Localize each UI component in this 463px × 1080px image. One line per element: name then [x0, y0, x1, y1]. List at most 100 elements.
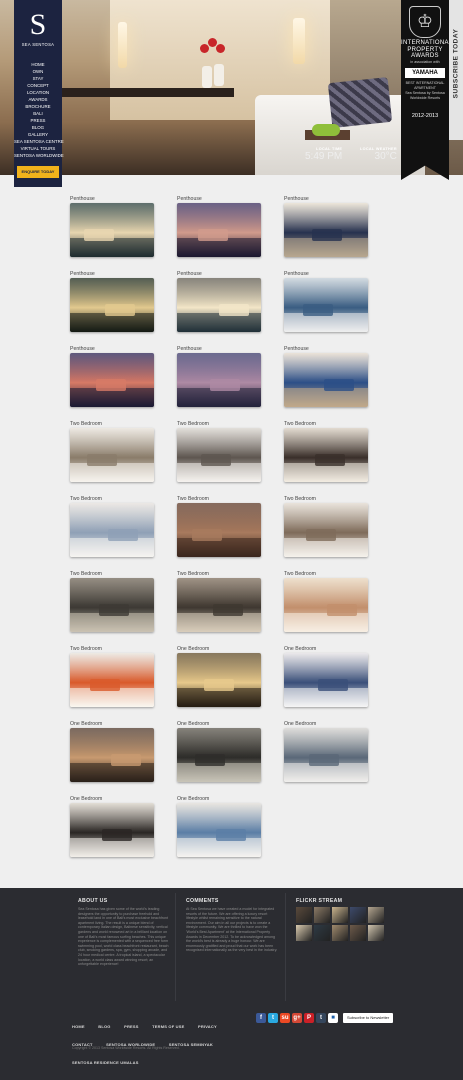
flickr-thumb[interactable]: [350, 907, 366, 923]
flickr-thumb[interactable]: [368, 907, 384, 923]
gallery-thumbnail[interactable]: [284, 353, 368, 407]
award-ribbon[interactable]: ♔ INTERNATIONAL PROPERTY AWARDS in assoc…: [401, 0, 449, 180]
gallery-thumbnail[interactable]: [177, 503, 261, 557]
gallery-item[interactable]: Two Bedroom: [177, 420, 261, 482]
gallery-item[interactable]: One Bedroom: [177, 795, 261, 857]
nav-gallery[interactable]: GALLERY: [14, 131, 62, 138]
gallery-thumbnail[interactable]: [284, 578, 368, 632]
gallery-thumbnail[interactable]: [70, 578, 154, 632]
gallery-item[interactable]: One Bedroom: [70, 720, 154, 782]
footer-link-terms[interactable]: TERMS OF USE: [152, 1022, 184, 1032]
nav-blog[interactable]: BLOG: [14, 124, 62, 131]
gallery-item[interactable]: Penthouse: [177, 195, 261, 257]
footer-flickr: FLICKR STREAM: [296, 898, 388, 941]
gallery-thumbnail[interactable]: [284, 203, 368, 257]
gallery-thumbnail[interactable]: [284, 503, 368, 557]
gallery-thumbnail[interactable]: [177, 428, 261, 482]
gallery-item[interactable]: One Bedroom: [284, 720, 368, 782]
subscribe-newsletter-button[interactable]: Subscribe to Newsletter: [343, 1013, 394, 1023]
gallery-thumbnail[interactable]: [70, 353, 154, 407]
stumbleupon-icon[interactable]: su: [280, 1013, 290, 1023]
nav-bali[interactable]: BALI: [14, 110, 62, 117]
nav-home[interactable]: HOME: [14, 61, 62, 68]
nav-own[interactable]: OWN: [14, 68, 62, 75]
footer-link-blog[interactable]: BLOG: [98, 1022, 110, 1032]
gallery-thumbnail[interactable]: [70, 428, 154, 482]
googleplus-icon[interactable]: g+: [292, 1013, 302, 1023]
flickr-thumb[interactable]: [296, 907, 312, 923]
gallery-thumbnail[interactable]: [70, 503, 154, 557]
nav-concept[interactable]: CONCEPT: [14, 82, 62, 89]
gallery-item[interactable]: Penthouse: [284, 195, 368, 257]
gallery-item[interactable]: Penthouse: [284, 270, 368, 332]
gallery-thumbnail[interactable]: [177, 278, 261, 332]
gallery-item[interactable]: One Bedroom: [177, 645, 261, 707]
gallery-item[interactable]: Penthouse: [284, 345, 368, 407]
nav-location[interactable]: LOCATION: [14, 89, 62, 96]
footer-link-privacy[interactable]: PRIVACY: [198, 1022, 217, 1032]
footer-link-home[interactable]: HOME: [72, 1022, 85, 1032]
gallery-thumbnail[interactable]: [177, 203, 261, 257]
gallery-item[interactable]: Two Bedroom: [284, 420, 368, 482]
gallery-item[interactable]: Penthouse: [177, 345, 261, 407]
nav-sea-sentosa-centre[interactable]: SEA SENTOSA CENTRE: [14, 138, 64, 145]
gallery-item[interactable]: One Bedroom: [284, 645, 368, 707]
flickr-thumb[interactable]: [314, 925, 330, 941]
twitter-icon[interactable]: t: [268, 1013, 278, 1023]
flickr-thumb[interactable]: [296, 925, 312, 941]
gallery-thumbnail[interactable]: [177, 728, 261, 782]
nav-brochure[interactable]: BROCHURE: [14, 103, 62, 110]
nav-press[interactable]: PRESS: [14, 117, 62, 124]
about-title: ABOUT US: [78, 898, 108, 904]
footer-link-press[interactable]: PRESS: [124, 1022, 139, 1032]
gallery-thumbnail[interactable]: [177, 653, 261, 707]
gallery-item-label: Two Bedroom: [70, 646, 103, 652]
gallery-item-label: One Bedroom: [284, 646, 317, 652]
gallery-thumbnail[interactable]: [70, 803, 154, 857]
flickr-thumb[interactable]: [314, 907, 330, 923]
gallery-item[interactable]: Two Bedroom: [284, 495, 368, 557]
gallery-thumbnail[interactable]: [177, 578, 261, 632]
delicious-icon[interactable]: ■: [328, 1013, 338, 1023]
pinterest-icon[interactable]: P: [304, 1013, 314, 1023]
flickr-thumb[interactable]: [350, 925, 366, 941]
gallery-thumbnail[interactable]: [70, 278, 154, 332]
flickr-thumb[interactable]: [332, 925, 348, 941]
subscribe-tab[interactable]: SUBSCRIBE TODAY: [449, 0, 463, 140]
gallery-item-label: Two Bedroom: [284, 571, 317, 577]
gallery-item[interactable]: Two Bedroom: [70, 495, 154, 557]
gallery-item[interactable]: Two Bedroom: [177, 570, 261, 632]
gallery-item[interactable]: Penthouse: [70, 270, 154, 332]
gallery-item[interactable]: Penthouse: [177, 270, 261, 332]
nav-awards[interactable]: AWARDS: [14, 96, 62, 103]
tumblr-icon[interactable]: t: [316, 1013, 326, 1023]
gallery-thumbnail[interactable]: [177, 353, 261, 407]
gallery-thumbnail[interactable]: [284, 428, 368, 482]
local-weather: LOCAL WEATHER 30°C: [360, 147, 397, 162]
facebook-icon[interactable]: f: [256, 1013, 266, 1023]
gallery-item[interactable]: Two Bedroom: [284, 570, 368, 632]
gallery-item[interactable]: Penthouse: [70, 195, 154, 257]
flickr-thumb[interactable]: [332, 907, 348, 923]
gallery-item[interactable]: Two Bedroom: [70, 645, 154, 707]
nav-virtual-tours[interactable]: VIRTUAL TOURS: [14, 145, 62, 152]
gallery-item[interactable]: Two Bedroom: [70, 420, 154, 482]
flickr-thumb[interactable]: [368, 925, 384, 941]
gallery-item[interactable]: One Bedroom: [177, 720, 261, 782]
nav-stay[interactable]: STAY: [14, 75, 62, 82]
gallery-thumbnail[interactable]: [284, 653, 368, 707]
gallery-item[interactable]: Penthouse: [70, 345, 154, 407]
nav-sentosa-worldwide[interactable]: SENTOSA WORLDWIDE: [14, 152, 64, 159]
brand-logo[interactable]: S: [14, 10, 62, 40]
gallery-thumbnail[interactable]: [284, 728, 368, 782]
footer-link-sentosa-residence[interactable]: SENTOSA RESIDENCE UMALAS: [72, 1058, 139, 1068]
gallery-thumbnail[interactable]: [284, 278, 368, 332]
gallery-thumbnail[interactable]: [70, 203, 154, 257]
gallery-item[interactable]: Two Bedroom: [70, 570, 154, 632]
gallery-thumbnail[interactable]: [70, 728, 154, 782]
gallery-item[interactable]: Two Bedroom: [177, 495, 261, 557]
gallery-thumbnail[interactable]: [70, 653, 154, 707]
gallery-thumbnail[interactable]: [177, 803, 261, 857]
gallery-item[interactable]: One Bedroom: [70, 795, 154, 857]
enquire-today-button[interactable]: ENQUIRE TODAY: [17, 166, 59, 178]
